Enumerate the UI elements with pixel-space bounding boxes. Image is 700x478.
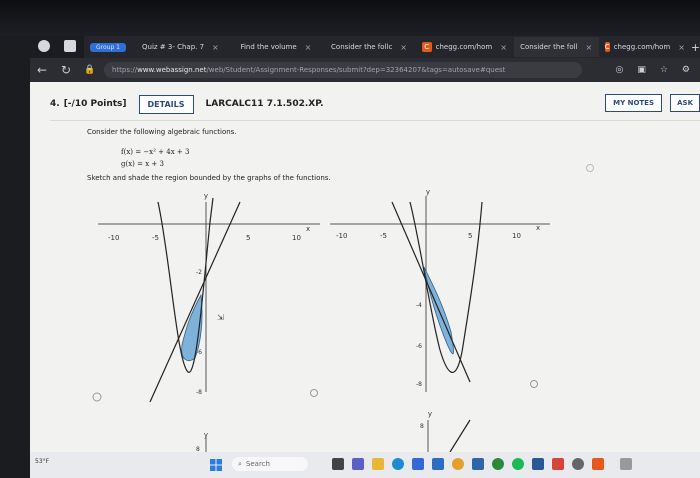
graph-right[interactable]: y x -10 -5 5 10 -4 -6 -8 bbox=[330, 188, 550, 392]
graph-left[interactable]: y x -10 -5 5 10 -2 -6 -8 ⇲ bbox=[98, 192, 320, 403]
tab-quiz[interactable]: Quiz # 3- Chap. 7 × bbox=[136, 37, 234, 57]
tab-find-volume[interactable]: Find the volume × bbox=[234, 37, 325, 57]
chegg-icon: C bbox=[421, 42, 432, 52]
settings-icon[interactable] bbox=[572, 458, 584, 470]
address-bar: ← ↻ 🔒 https:// www.webassign.net /web/St… bbox=[30, 58, 700, 82]
chrome-icon[interactable] bbox=[452, 458, 464, 470]
search-label: Search bbox=[245, 460, 270, 468]
tab-chegg-2[interactable]: C chegg.com/hom × bbox=[599, 37, 687, 57]
url-path: /web/Student/Assignment-Responses/submit… bbox=[206, 66, 506, 74]
profile-icon[interactable] bbox=[38, 40, 50, 52]
tab-bar: Group 1 Quiz # 3- Chap. 7 × Find the vol… bbox=[84, 36, 700, 58]
y-axis-label: y bbox=[204, 192, 208, 200]
chegg-icon[interactable] bbox=[592, 458, 604, 470]
weather-temp: 53°F bbox=[35, 458, 50, 465]
x-axis-label: x bbox=[536, 224, 540, 232]
word-icon[interactable] bbox=[532, 458, 544, 470]
radio-option[interactable] bbox=[92, 392, 102, 402]
y-tick-label: -6 bbox=[416, 343, 422, 350]
url-host: www.webassign.net bbox=[137, 66, 207, 74]
teams-icon[interactable] bbox=[352, 458, 364, 470]
favorites-icon[interactable]: ☆ bbox=[660, 65, 668, 75]
tab-consider[interactable]: Consider the follc × bbox=[325, 37, 416, 57]
tab-consider-2[interactable]: Consider the foll × bbox=[514, 37, 599, 57]
tick-label: -5 bbox=[380, 232, 387, 240]
tick-label: -10 bbox=[336, 232, 347, 240]
refresh-icon[interactable]: ↻ bbox=[54, 63, 78, 77]
close-icon[interactable]: × bbox=[586, 43, 593, 52]
mail-icon[interactable] bbox=[432, 458, 444, 470]
tab-label: Find the volume bbox=[240, 43, 297, 51]
store-icon[interactable] bbox=[412, 458, 424, 470]
tab-label: chegg.com/hom bbox=[613, 43, 671, 51]
chegg-icon: C bbox=[604, 42, 610, 52]
y-tick-label: -2 bbox=[196, 269, 202, 276]
tab-chegg[interactable]: C chegg.com/hom × bbox=[416, 37, 514, 57]
y-tick-label: -4 bbox=[416, 302, 422, 309]
y-tick-label: -8 bbox=[196, 389, 202, 396]
x-axis-label: x bbox=[306, 225, 310, 233]
file-explorer-icon[interactable] bbox=[372, 458, 384, 470]
tab-group[interactable]: Group 1 bbox=[84, 37, 136, 57]
loading-icon bbox=[586, 164, 594, 172]
y-tick-label: -8 bbox=[416, 381, 422, 388]
close-icon[interactable]: × bbox=[212, 43, 219, 52]
tab-label: chegg.com/hom bbox=[435, 43, 493, 51]
extension-icon[interactable]: ◎ bbox=[615, 65, 623, 75]
tick-label: 10 bbox=[512, 232, 521, 240]
back-icon[interactable]: ← bbox=[30, 63, 54, 77]
info-icon[interactable] bbox=[310, 389, 318, 397]
tray-icon[interactable] bbox=[620, 458, 632, 470]
spotify-icon[interactable] bbox=[512, 458, 524, 470]
widgets-icon[interactable] bbox=[332, 458, 344, 470]
reader-icon[interactable]: ▣ bbox=[637, 65, 646, 75]
close-icon[interactable]: × bbox=[678, 43, 685, 52]
tab-group-label[interactable]: Group 1 bbox=[90, 42, 126, 52]
cursor-icon: ⇲ bbox=[217, 313, 224, 322]
tick-label: -5 bbox=[152, 234, 159, 242]
new-tab-button[interactable]: + bbox=[691, 41, 700, 54]
tab-label: Consider the follc bbox=[331, 43, 393, 51]
search-icon: ⌕ bbox=[238, 459, 242, 468]
tick-label: 10 bbox=[292, 234, 301, 242]
url-scheme: https:// bbox=[112, 66, 138, 74]
y-axis-label: y bbox=[204, 431, 208, 439]
tick-label: -10 bbox=[108, 234, 119, 242]
calendar-icon[interactable] bbox=[472, 458, 484, 470]
webassign-page: 4. [-/10 Points] DETAILS LARCALC11 7.1.5… bbox=[30, 82, 700, 452]
photos-icon[interactable] bbox=[552, 458, 564, 470]
info-icon[interactable] bbox=[530, 380, 538, 388]
graph-area: y x -10 -5 5 10 -2 -6 -8 ⇲ y x -10 -5 5 … bbox=[92, 164, 594, 452]
taskbar-search[interactable]: ⌕ Search bbox=[232, 457, 308, 471]
close-icon[interactable]: × bbox=[305, 43, 312, 52]
y-tick-label: 8 bbox=[420, 423, 424, 430]
start-icon[interactable] bbox=[210, 459, 222, 471]
toolbar-icons: ◎ ▣ ☆ ⚙ bbox=[615, 65, 690, 75]
screen-bezel bbox=[0, 0, 700, 36]
y-axis-label: y bbox=[426, 188, 430, 196]
line-curve bbox=[391, 201, 471, 383]
tab-label: Quiz # 3- Chap. 7 bbox=[142, 43, 205, 51]
tick-label: 5 bbox=[468, 232, 472, 240]
workspaces-icon[interactable] bbox=[64, 40, 76, 52]
tab-label: Consider the foll bbox=[520, 43, 578, 51]
close-icon[interactable]: × bbox=[500, 43, 507, 52]
settings-icon[interactable]: ⚙ bbox=[682, 65, 690, 75]
tick-label: 5 bbox=[246, 234, 250, 242]
graph-below: y 8 y 8 bbox=[196, 410, 471, 452]
y-axis-label: y bbox=[428, 410, 432, 418]
line-curve bbox=[449, 419, 471, 452]
lock-icon: 🔒 bbox=[84, 65, 96, 75]
close-icon[interactable]: × bbox=[400, 43, 407, 52]
weather-widget[interactable]: 53°F bbox=[35, 458, 49, 465]
edge-icon[interactable] bbox=[392, 458, 404, 470]
xbox-icon[interactable] bbox=[492, 458, 504, 470]
url-field[interactable]: https:// www.webassign.net /web/Student/… bbox=[104, 62, 582, 78]
